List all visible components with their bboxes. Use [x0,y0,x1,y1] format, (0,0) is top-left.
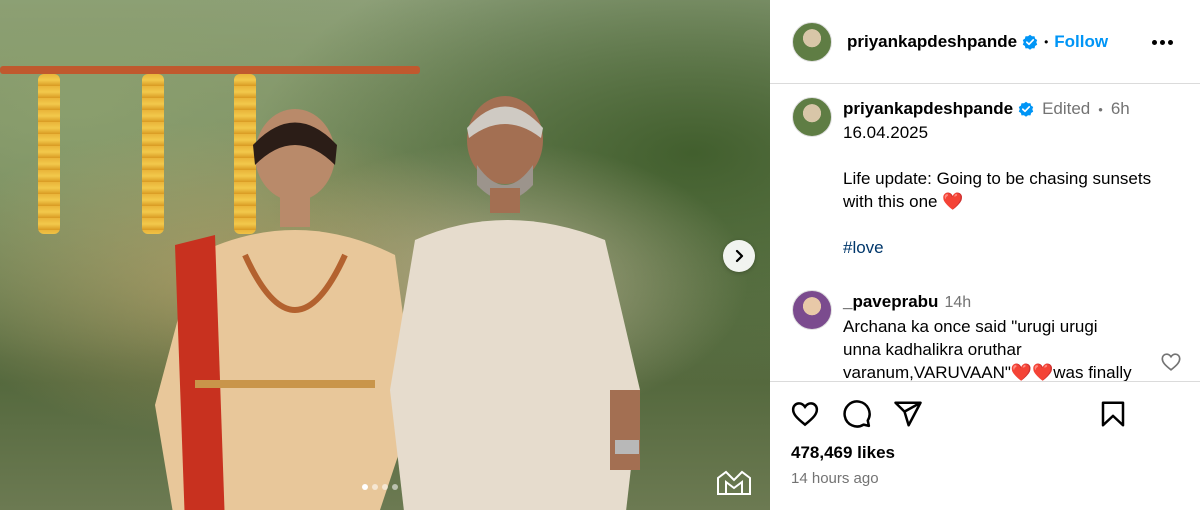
verified-badge-icon [1018,101,1034,117]
comment-like-heart-icon[interactable] [1160,351,1182,373]
photographer-logo-icon [717,470,751,495]
post-time-ago[interactable]: 14 hours ago [791,470,879,487]
carousel-dot [382,484,388,490]
garland-bar [0,66,420,74]
likes-count[interactable]: 478,469 likes [791,443,895,463]
caption-blank [843,213,1183,236]
comment-line: unna kadhalikra oruthar [843,340,1022,359]
caption-meta: priyankapdeshpande Edited • 6h [843,99,1130,119]
post-details-panel: priyankapdeshpande • Follow priyankapdes… [770,0,1200,510]
action-bar: 478,469 likes 14 hours ago [770,381,1200,510]
avatar[interactable] [792,22,832,62]
separator-dot: • [1098,101,1103,117]
caption-text: 16.04.2025 Life update: Going to be chas… [843,121,1183,259]
separator-dot: • [1044,35,1049,49]
red-heart-emoji: ❤️ [942,192,964,211]
comment-text-part: varanum,VARUVAAN" [843,363,1011,381]
carousel-dots [362,484,398,490]
caption-body-text: with this one [843,192,938,211]
verified-badge-icon [1022,34,1038,50]
avatar[interactable] [792,97,832,137]
comment-line: varanum,VARUVAAN"❤️❤️was finally [843,361,1163,381]
comment-meta: _paveprabu 14h [843,292,971,312]
follow-button[interactable]: Follow [1054,32,1108,52]
more-horizontal-icon [1152,39,1157,45]
more-options-button[interactable] [1152,32,1178,52]
caption-body-line: with this one ❤️ [843,190,1183,213]
comment-time[interactable]: 14h [944,294,971,312]
caption-date: 16.04.2025 [843,123,929,142]
more-horizontal-icon [1160,39,1165,45]
hashtag-link[interactable]: #love [843,238,884,257]
comment-text-part: was finally [1053,363,1132,381]
comment-line: Archana ka once said "urugi urugi [843,317,1098,336]
bookmark-save-icon[interactable] [1098,399,1128,429]
share-paper-plane-icon[interactable] [893,399,923,429]
comment-bubble-icon[interactable] [842,399,872,429]
caption-time[interactable]: 6h [1111,99,1130,119]
commenter-avatar[interactable] [792,290,832,330]
comment-username[interactable]: _paveprabu [843,292,938,312]
header-user: priyankapdeshpande • Follow [847,32,1108,52]
caption-body-line: Life update: Going to be chasing sunsets [843,169,1152,188]
post-media[interactable] [0,0,770,510]
carousel-dot [372,484,378,490]
carousel-dot [392,484,398,490]
red-heart-emoji: ❤️ [1032,363,1054,381]
edited-label: Edited [1042,99,1091,118]
red-heart-emoji: ❤️ [1010,363,1033,381]
next-photo-button[interactable] [723,240,755,272]
caption-username[interactable]: priyankapdeshpande [843,99,1013,119]
comments-scroll-area[interactable]: priyankapdeshpande Edited • 6h 16.04.202… [770,85,1200,381]
post-header: priyankapdeshpande • Follow [770,0,1200,84]
carousel-dot [362,484,368,490]
bride-figure [155,109,415,510]
chevron-right-icon [735,249,744,263]
comment-text: Archana ka once said "urugi urugi unna k… [843,315,1163,381]
caption-blank [843,144,1183,167]
marigold-garland [38,74,60,234]
username-link[interactable]: priyankapdeshpande [847,32,1017,52]
like-heart-icon[interactable] [790,399,820,429]
groom-figure [390,96,640,510]
more-horizontal-icon [1168,39,1173,45]
